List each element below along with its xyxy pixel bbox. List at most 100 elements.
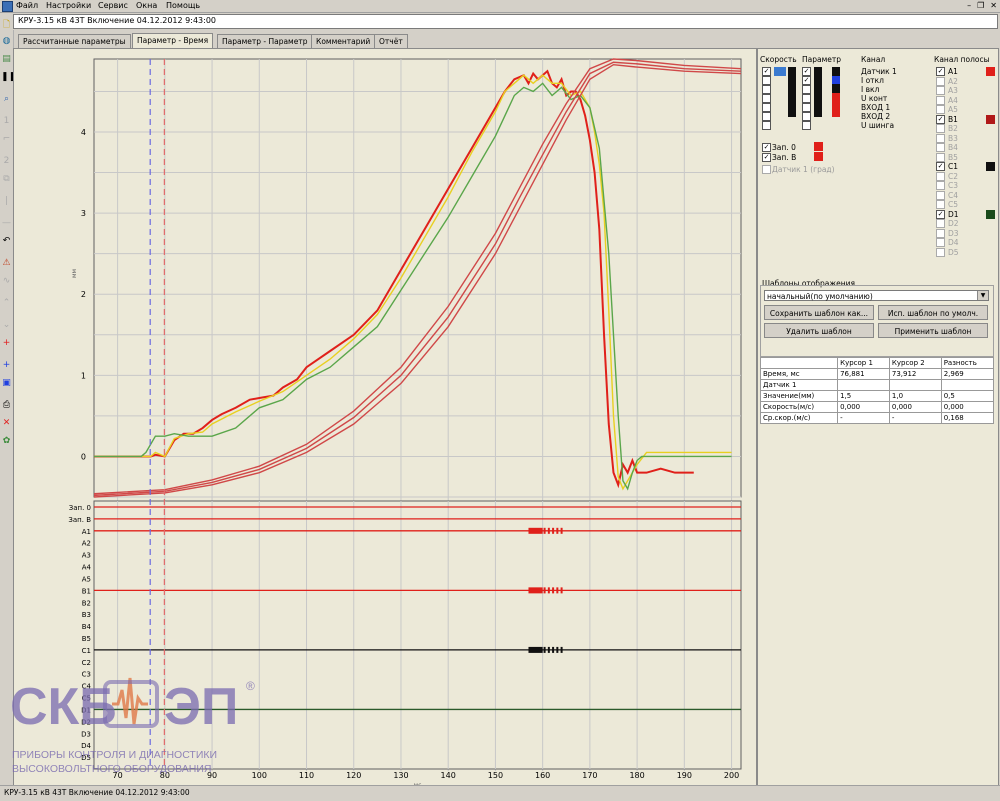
- strip-swatch[interactable]: [986, 162, 995, 171]
- strip-swatch[interactable]: [986, 209, 995, 219]
- tab-param-time[interactable]: Параметр - Время: [132, 33, 214, 48]
- strip-checkbox[interactable]: [936, 181, 945, 190]
- save-template-button[interactable]: Сохранить шаблон как...: [764, 305, 874, 320]
- strip-checkbox[interactable]: [936, 238, 945, 247]
- strip-checkbox[interactable]: [936, 247, 945, 257]
- strip-checkbox[interactable]: [936, 124, 945, 133]
- add-cursor-red-icon[interactable]: +: [1, 338, 12, 349]
- globe-icon[interactable]: ◍: [1, 36, 12, 47]
- wave-icon[interactable]: ∿: [1, 276, 12, 287]
- apply-template-button[interactable]: Применить шаблон: [878, 323, 988, 338]
- speed-checkbox[interactable]: [762, 112, 771, 121]
- strip-swatch[interactable]: [986, 114, 995, 124]
- database-icon[interactable]: ▤: [1, 54, 12, 65]
- zap0-swatch[interactable]: [814, 142, 823, 151]
- param-checkbox[interactable]: [802, 121, 811, 130]
- strip-checkbox[interactable]: [936, 95, 945, 105]
- palette-icon[interactable]: ✿: [1, 436, 12, 447]
- zoom-icon[interactable]: ⌕: [1, 94, 12, 105]
- copy-icon[interactable]: ⧉: [1, 174, 12, 185]
- strip-checkbox[interactable]: [936, 133, 945, 143]
- zapb-swatch[interactable]: [814, 152, 823, 161]
- param-swatch-blue[interactable]: [832, 76, 840, 84]
- param-checkbox[interactable]: ✓: [802, 67, 811, 76]
- open-file-icon[interactable]: 🗋: [1, 20, 12, 31]
- strip-checkbox[interactable]: [936, 152, 945, 162]
- param-checkbox[interactable]: [802, 94, 811, 103]
- cursor-table: Курсор 1 Курсор 2 Разность Время, мс 76,8…: [758, 357, 996, 424]
- strip-checkbox[interactable]: [936, 105, 945, 114]
- strip-checkbox[interactable]: ✓: [936, 209, 945, 219]
- speed-checkbox[interactable]: [762, 94, 771, 103]
- speed-checkbox[interactable]: [762, 76, 771, 85]
- speed-checkbox[interactable]: [762, 103, 771, 112]
- template-select[interactable]: начальный(по умолчанию) ▼: [764, 290, 989, 301]
- add-cursor-blue-icon[interactable]: +: [1, 360, 12, 371]
- param-checkbox[interactable]: [802, 112, 811, 121]
- x-tick-label: 150: [488, 771, 503, 780]
- speed-checkbox[interactable]: ✓: [762, 67, 771, 76]
- strip-checkbox[interactable]: [936, 190, 945, 200]
- close-icon[interactable]: ✕: [990, 1, 997, 10]
- chevron-down-icon[interactable]: ▼: [977, 291, 988, 300]
- cursor-icon[interactable]: |: [1, 196, 12, 207]
- one-icon[interactable]: 1: [1, 116, 12, 127]
- tab-strip: Рассчитанные параметры Параметр - Время …: [13, 33, 773, 48]
- undo-icon[interactable]: ↶: [1, 236, 12, 247]
- strip-label: B1: [82, 587, 91, 595]
- channel-color-bar[interactable]: [788, 67, 796, 117]
- use-default-template-button[interactable]: Исп. шаблон по умолч.: [878, 305, 988, 320]
- strip-label: A1: [82, 528, 91, 536]
- strip-channel-label: D5: [948, 247, 959, 257]
- line-icon[interactable]: —: [1, 218, 12, 229]
- strip-checkbox[interactable]: [936, 76, 945, 86]
- param-checkbox[interactable]: [802, 85, 811, 94]
- restore-icon[interactable]: ❐: [977, 1, 984, 10]
- menu-windows[interactable]: Окна: [136, 1, 157, 10]
- param-checkbox[interactable]: ✓: [802, 76, 811, 85]
- delete-icon[interactable]: ✕: [1, 418, 12, 429]
- strip-checkbox[interactable]: [936, 171, 945, 181]
- wave-down-icon[interactable]: ⌄: [1, 320, 12, 331]
- menu-settings[interactable]: Настройки: [46, 1, 91, 10]
- zap0-checkbox[interactable]: ✓: [762, 143, 771, 152]
- print-icon[interactable]: ⎙: [1, 400, 12, 411]
- strip-checkbox[interactable]: ✓: [936, 67, 945, 76]
- frame-icon[interactable]: ▣: [1, 378, 12, 389]
- strip-checkbox[interactable]: [936, 86, 945, 95]
- pause-icon[interactable]: ❚❚: [1, 72, 16, 83]
- menu-service[interactable]: Сервис: [98, 1, 128, 10]
- channel-color-bar[interactable]: [832, 93, 840, 117]
- wave-up-icon[interactable]: ⌃: [1, 298, 12, 309]
- x-tick-label: 160: [535, 771, 550, 780]
- strip-checkbox[interactable]: [936, 143, 945, 152]
- strip-checkbox[interactable]: [936, 219, 945, 228]
- warning-icon[interactable]: ⚠: [1, 258, 12, 269]
- menu-file[interactable]: Файл: [16, 1, 38, 10]
- menu-help[interactable]: Помощь: [166, 1, 200, 10]
- tab-calculated[interactable]: Рассчитанные параметры: [18, 34, 131, 48]
- param-checkbox[interactable]: [802, 103, 811, 112]
- speed-checkbox[interactable]: [762, 85, 771, 94]
- channel-color-bar[interactable]: [814, 67, 822, 117]
- speed-swatch[interactable]: [774, 67, 786, 76]
- strip-swatch[interactable]: [986, 67, 995, 76]
- zapb-checkbox[interactable]: ✓: [762, 153, 771, 162]
- delete-template-button[interactable]: Удалить шаблон: [764, 323, 874, 338]
- tab-param-param[interactable]: Параметр - Параметр: [217, 34, 313, 48]
- disabled-channel-checkbox[interactable]: [762, 165, 771, 174]
- status-bar: КРУ-3.15 кВ 43Т Включение 04.12.2012 9:4…: [0, 785, 1000, 801]
- app-icon: [2, 1, 13, 12]
- strip-checkbox[interactable]: ✓: [936, 114, 945, 124]
- strip-checkbox[interactable]: ✓: [936, 162, 945, 171]
- tab-report[interactable]: Отчёт: [374, 34, 408, 48]
- strip-checkbox[interactable]: [936, 228, 945, 238]
- tab-comment[interactable]: Комментарий: [311, 34, 376, 48]
- minimize-icon[interactable]: –: [967, 1, 971, 10]
- menu-bar: Файл Настройки Сервис Окна Помощь – ❐ ✕: [0, 0, 1000, 13]
- two-icon[interactable]: 2: [1, 156, 12, 167]
- step-icon[interactable]: ⌐: [1, 134, 12, 145]
- table-header: Курсор 2: [888, 357, 942, 369]
- strip-checkbox[interactable]: [936, 200, 945, 209]
- speed-checkbox[interactable]: [762, 121, 771, 130]
